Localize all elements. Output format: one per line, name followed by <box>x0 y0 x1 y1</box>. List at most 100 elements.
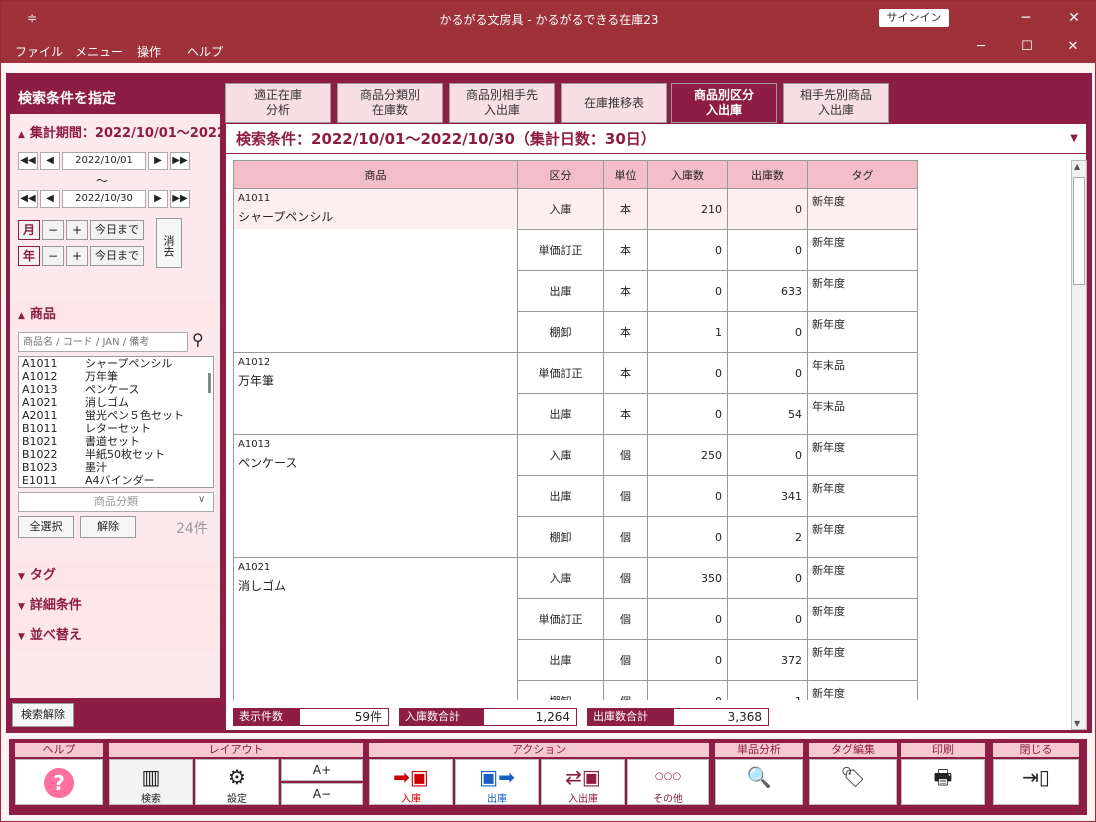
search-icon[interactable]: ⚲ <box>192 330 204 349</box>
tab-label: 適正在庫 <box>253 88 302 102</box>
last-icon[interactable]: ▶▶ <box>170 152 190 170</box>
tab-5[interactable]: 相手先別商品 入出庫 <box>783 83 889 123</box>
tag-icon: 🏷 <box>840 765 866 789</box>
tag-cell: 新年度 <box>807 188 918 230</box>
category-cell: 出庫 <box>517 393 604 435</box>
category-cell: 出庫 <box>517 270 604 312</box>
stock-out-icon: ▣➡ <box>479 765 515 789</box>
month-minus-button[interactable]: − <box>42 220 64 240</box>
product-code: A1012 <box>22 370 58 383</box>
tag-cell: 新年度 <box>807 516 918 558</box>
category-cell: 出庫 <box>517 475 604 517</box>
select-all-button[interactable]: 全選択 <box>18 516 74 538</box>
sort-section[interactable]: ▼ 並べ替え <box>10 622 220 650</box>
product-section[interactable]: ▲ 商品 <box>10 302 220 328</box>
font-larger-button[interactable]: A+ <box>281 759 363 781</box>
prev-icon[interactable]: ◀ <box>40 152 60 170</box>
deselect-button[interactable]: 解除 <box>80 516 136 538</box>
tab-2[interactable]: 商品別相手先 入出庫 <box>449 83 555 123</box>
category-cell: 入庫 <box>517 188 604 230</box>
stock-inout-label: 入出庫 <box>568 794 598 805</box>
column-header[interactable]: 単位 <box>603 160 648 189</box>
column-header[interactable]: 商品 <box>233 160 518 189</box>
stock-out-button[interactable]: ▣➡ 出庫 <box>455 759 539 805</box>
prev-icon[interactable]: ◀ <box>40 190 60 208</box>
product-cell: A1011 シャープペンシル <box>233 188 518 353</box>
year-minus-button[interactable]: − <box>42 246 64 266</box>
mdi-restore-icon[interactable]: ☐ <box>1007 39 1047 61</box>
help-button[interactable]: ? <box>15 759 103 805</box>
analysis-group: 単品分析 🔍 <box>715 743 803 811</box>
exit-button[interactable]: ⇥▯ <box>993 759 1079 805</box>
table-row[interactable]: A1013 ペンケース 入庫個 250 0 新年度 <box>233 434 918 558</box>
first-icon[interactable]: ◀◀ <box>18 190 38 208</box>
mdi-close-icon[interactable]: ✕ <box>1053 39 1093 61</box>
table-row[interactable]: A1011 シャープペンシル 入庫本 210 0 新年度 <box>233 188 918 353</box>
help-group-label: ヘルプ <box>15 743 103 757</box>
analysis-group-label: 単品分析 <box>715 743 803 757</box>
tab-3[interactable]: 在庫推移表 <box>561 83 667 123</box>
other-button[interactable]: ○○○ その他 <box>627 759 709 805</box>
layout-search-button[interactable]: ▥ 検索 <box>109 759 193 805</box>
analysis-button[interactable]: 🔍 <box>715 759 803 805</box>
clear-search-button[interactable]: 検索解除 <box>12 703 74 727</box>
scroll-up-icon[interactable]: ▲ <box>1074 162 1080 171</box>
clear-period-button[interactable]: 消去 <box>156 218 182 268</box>
product-search-input[interactable] <box>18 332 188 352</box>
font-smaller-button[interactable]: A− <box>281 783 363 805</box>
tab-label: 商品別相手先 <box>465 88 538 102</box>
tag-cell: 年末品 <box>807 393 918 435</box>
tag-edit-button[interactable]: 🏷 <box>809 759 897 805</box>
year-today-button[interactable]: 今日まで <box>90 246 144 266</box>
column-header[interactable]: 入庫数 <box>647 160 728 189</box>
last-icon[interactable]: ▶▶ <box>170 190 190 208</box>
close-icon[interactable]: ✕ <box>1051 1 1096 35</box>
month-plus-button[interactable]: + <box>66 220 88 240</box>
vertical-scrollbar[interactable]: ▲ ▼ <box>1071 160 1087 730</box>
tab-1[interactable]: 商品分類別 在庫数 <box>337 83 443 123</box>
tag-section[interactable]: ▼ タグ <box>10 562 220 590</box>
search-condition-bar[interactable]: 検索条件：2022/10/01〜2022/10/30（集計日数：30日） ▼ <box>226 124 1086 154</box>
tab-0[interactable]: 適正在庫 分析 <box>225 83 331 123</box>
month-today-button[interactable]: 今日まで <box>90 220 144 240</box>
product-code: A1021 <box>238 562 271 573</box>
layout-panel-icon: ▥ <box>141 765 161 789</box>
stock-in-button[interactable]: ➡▣ 入庫 <box>369 759 453 805</box>
product-name: 万年筆 <box>238 374 275 388</box>
tab-4[interactable]: 商品別区分 入出庫 <box>671 83 777 123</box>
column-header[interactable]: 区分 <box>517 160 604 189</box>
menu-operation[interactable]: 操作 <box>137 43 161 60</box>
settings-button[interactable]: ⚙ 設定 <box>195 759 279 805</box>
product-code: A2011 <box>22 409 58 422</box>
mdi-minimize-icon[interactable]: ─ <box>961 39 1001 61</box>
scroll-down-icon[interactable]: ▼ <box>1074 719 1080 728</box>
in-total-value: 1,264 <box>483 708 577 726</box>
table-row[interactable]: A1021 消しゴム 入庫個 350 0 新年度 <box>233 557 918 700</box>
table-row[interactable]: A1012 万年筆 単価訂正本 0 0 年末品 <box>233 352 918 435</box>
product-list[interactable]: A1011 シャープペンシル A1012 万年筆 A1013 ペンケース A1021 消しゴム… <box>18 356 214 488</box>
detail-section[interactable]: ▼ 詳細条件 <box>10 592 220 620</box>
out-qty-cell: 0 <box>727 311 808 353</box>
first-icon[interactable]: ◀◀ <box>18 152 38 170</box>
column-header[interactable]: 出庫数 <box>727 160 808 189</box>
menu-help[interactable]: ヘルプ <box>187 43 223 60</box>
out-qty-cell: 372 <box>727 639 808 681</box>
next-icon[interactable]: ▶ <box>148 152 168 170</box>
help-icon: ? <box>44 768 74 798</box>
date-to-field[interactable]: 2022/10/30 <box>62 190 146 208</box>
print-button[interactable]: 🖶 <box>901 759 985 805</box>
menu-file[interactable]: ファイル <box>15 43 63 60</box>
menu-menu[interactable]: メニュー <box>75 43 123 60</box>
chevron-down-icon[interactable]: ▼ <box>1070 124 1078 154</box>
product-list-scrollbar[interactable] <box>208 373 211 393</box>
signin-button[interactable]: サインイン <box>879 9 949 27</box>
column-header[interactable]: タグ <box>807 160 918 189</box>
tag-cell: 新年度 <box>807 434 918 476</box>
year-plus-button[interactable]: + <box>66 246 88 266</box>
date-from-field[interactable]: 2022/10/01 <box>62 152 146 170</box>
stock-inout-button[interactable]: ⇄▣ 入出庫 <box>541 759 625 805</box>
category-select[interactable]: 商品分類 <box>18 492 214 512</box>
period-section[interactable]: ▲ 集計期間：2022/10/01〜2022/10/30 <box>10 122 220 141</box>
next-icon[interactable]: ▶ <box>148 190 168 208</box>
scroll-thumb[interactable] <box>1073 177 1085 285</box>
